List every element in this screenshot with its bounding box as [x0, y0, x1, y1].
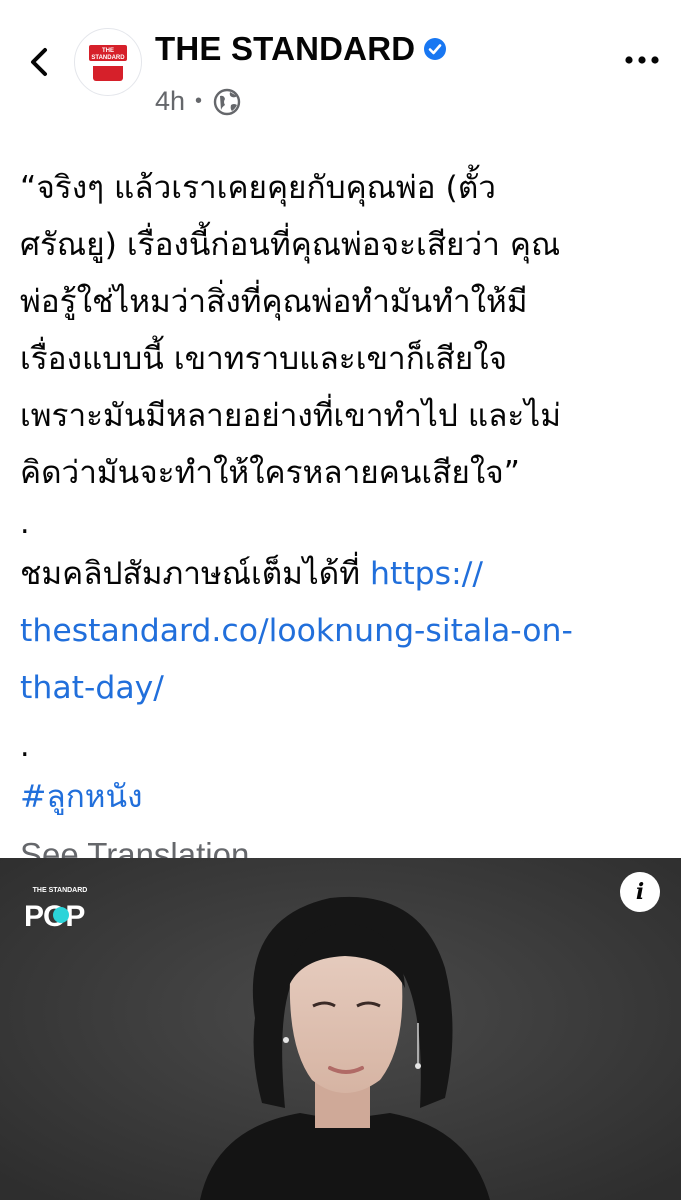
- post-time[interactable]: 4h: [155, 86, 185, 117]
- article-link-part-2[interactable]: thestandard.co/looknung-sitala-on-: [20, 603, 660, 660]
- quote-line: เรื่องแบบนี้ เขาทราบและเขาก็เสียใจ: [20, 341, 508, 377]
- post-meta: 4h •: [155, 86, 242, 117]
- page-name-row: THE STANDARD: [155, 30, 447, 68]
- quote-line: ศรัณยู) เรื่องนี้ก่อนที่คุณพ่อจะเสียว่า …: [20, 227, 561, 263]
- info-icon: i: [635, 879, 645, 905]
- more-horizontal-icon: [625, 56, 659, 64]
- separator-dot: .: [20, 506, 30, 541]
- article-link-part-3[interactable]: that-day/: [20, 660, 660, 717]
- page-avatar[interactable]: THE STANDARD: [74, 28, 142, 96]
- post-header: THE STANDARD THE STANDARD 4h •: [0, 0, 681, 130]
- verified-badge-icon: [424, 38, 447, 60]
- more-options-button[interactable]: [620, 46, 664, 74]
- avatar-text-bottom: STANDARD: [91, 55, 125, 61]
- clip-prefix: ชมคลิปสัมภาษณ์เต็มได้ที่: [20, 556, 371, 592]
- quote-line: เพราะมันมีหลายอย่างที่เขาทำไป และไม่: [20, 398, 561, 434]
- separator-dot: .: [20, 729, 30, 764]
- clip-line: ชมคลิปสัมภาษณ์เต็มได้ที่ https://: [20, 546, 660, 603]
- info-button[interactable]: i: [620, 872, 660, 912]
- portrait-image: [0, 858, 681, 1200]
- the-standard-logo: THE STANDARD: [78, 32, 138, 92]
- pop-logo-small-text: THE STANDARD: [33, 887, 88, 894]
- meta-separator: •: [195, 90, 203, 112]
- article-link-part-1[interactable]: https://: [370, 556, 483, 592]
- page-name[interactable]: THE STANDARD: [155, 30, 415, 68]
- back-button[interactable]: [22, 40, 56, 84]
- quote-line: “จริงๆ แล้วเราเคยคุยกับคุณพ่อ (ตั้ว: [20, 170, 496, 206]
- hashtag-link[interactable]: #ลูกหนัง: [20, 769, 660, 826]
- post-media[interactable]: THE STANDARD POP: [0, 858, 681, 1200]
- post-text: “จริงๆ แล้วเราเคยคุยกับคุณพ่อ (ตั้ว ศรัณ…: [20, 160, 660, 883]
- standard-pop-logo: THE STANDARD POP: [22, 884, 102, 938]
- quote-line: พ่อรู้ใช่ไหมว่าสิ่งที่คุณพ่อทำมันทำให้มี: [20, 284, 528, 320]
- avatar-text-top: THE: [102, 48, 114, 54]
- quote-line: คิดว่ามันจะทำให้ใครหลายคนเสียใจ”: [20, 455, 520, 491]
- chevron-left-icon: [31, 48, 47, 76]
- globe-icon: [213, 88, 241, 115]
